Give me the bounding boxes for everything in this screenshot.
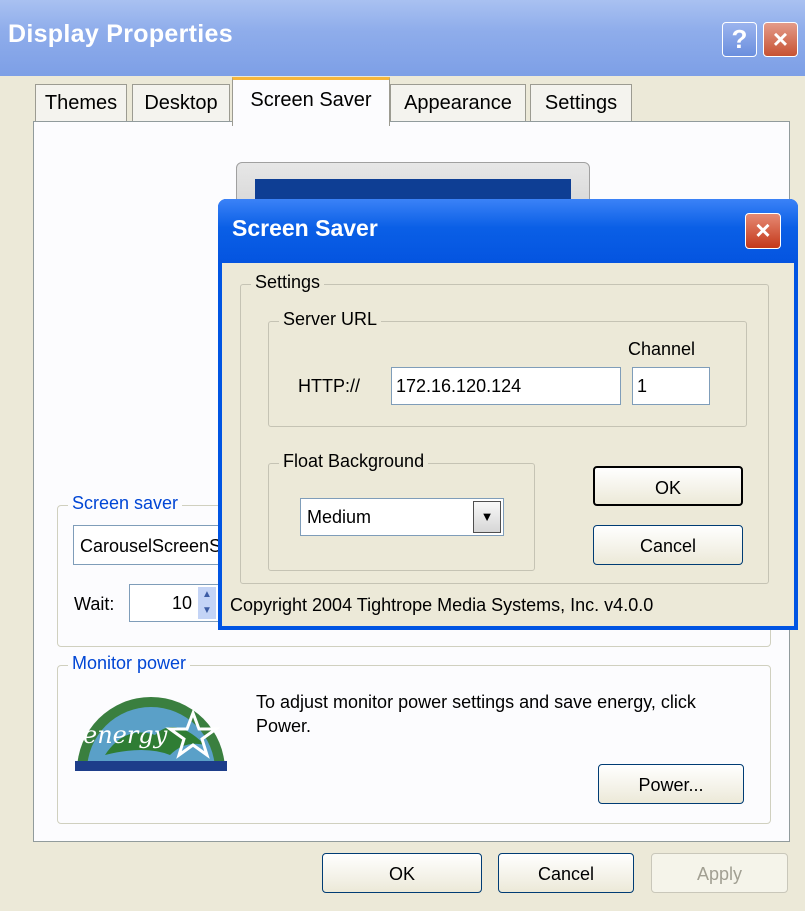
dialog-title: Screen Saver [232, 215, 378, 241]
server-url-input[interactable]: 172.16.120.124 [391, 367, 621, 405]
tab-appearance[interactable]: Appearance [390, 84, 526, 121]
title-bar[interactable]: Display Properties ? × [0, 0, 805, 76]
screen-saver-settings-dialog: Screen Saver × Settings Server URL Chann… [218, 199, 798, 630]
tab-themes[interactable]: Themes [35, 84, 127, 121]
ok-button[interactable]: OK [322, 853, 482, 893]
monitor-power-text: To adjust monitor power settings and sav… [256, 692, 696, 736]
tab-settings[interactable]: Settings [530, 84, 632, 121]
dialog-body: Settings Server URL Channel HTTP:// 172.… [222, 263, 794, 626]
close-button[interactable]: × [763, 22, 798, 57]
http-prefix-label: HTTP:// [298, 376, 360, 396]
channel-label: Channel [628, 339, 696, 359]
tab-desktop[interactable]: Desktop [132, 84, 230, 121]
monitor-power-group-label: Monitor power [68, 653, 191, 674]
cancel-button[interactable]: Cancel [498, 853, 634, 893]
dialog-cancel-button[interactable]: Cancel [593, 525, 743, 565]
wait-value: 10 [171, 593, 192, 613]
wait-spinner[interactable]: 10 ▲ ▼ [129, 584, 219, 622]
dropdown-arrow-icon[interactable]: ▼ [473, 501, 501, 533]
dialog-close-button[interactable]: × [745, 213, 781, 249]
energy-star-logo-icon: energy [75, 695, 227, 771]
channel-input[interactable]: 1 [632, 367, 710, 405]
power-button[interactable]: Power... [598, 764, 744, 804]
spinner-arrows-icon[interactable]: ▲ ▼ [198, 587, 216, 619]
tab-screen-saver[interactable]: Screen Saver [232, 77, 390, 126]
wait-label: Wait: [74, 594, 115, 614]
copyright-text: Copyright 2004 Tightrope Media Systems, … [230, 595, 654, 615]
server-url-label: Server URL [279, 309, 382, 330]
screen-saver-group-label: Screen saver [68, 493, 183, 514]
dialog-ok-button[interactable]: OK [593, 466, 743, 506]
settings-group-label: Settings [251, 272, 325, 293]
float-background-label: Float Background [279, 451, 429, 472]
apply-button[interactable]: Apply [651, 853, 788, 893]
svg-text:energy: energy [83, 721, 168, 749]
help-button[interactable]: ? [722, 22, 757, 57]
dialog-title-bar[interactable]: Screen Saver × [218, 199, 798, 263]
float-background-select[interactable]: Medium ▼ [300, 498, 504, 536]
window-title: Display Properties [8, 20, 233, 48]
float-background-value: Medium [307, 507, 372, 527]
screen-saver-select[interactable]: CarouselScreenSaver [73, 525, 238, 565]
